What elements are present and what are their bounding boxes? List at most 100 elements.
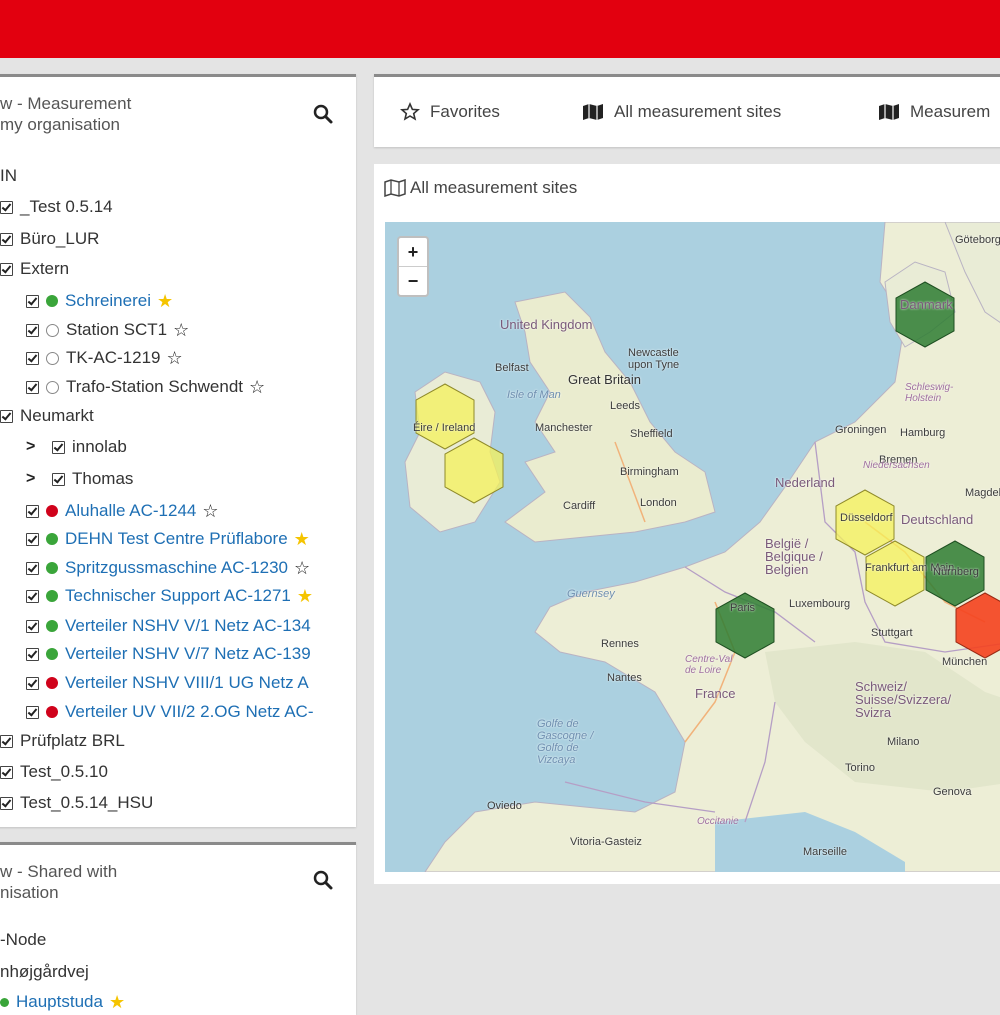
cluster-hexagon-yellow[interactable] bbox=[415, 383, 475, 450]
checkbox[interactable] bbox=[26, 647, 39, 661]
shared-item-label: -Node bbox=[0, 930, 47, 949]
tree-site-item[interactable]: Aluhalle AC-1244 ☆ bbox=[26, 498, 219, 524]
map-label: Cardiff bbox=[563, 500, 596, 512]
zoom-out-button[interactable]: − bbox=[399, 266, 427, 295]
tree-search-icon[interactable] bbox=[312, 103, 334, 125]
tree-group-item[interactable]: _Test 0.5.14 bbox=[0, 194, 113, 220]
status-dot bbox=[46, 295, 58, 307]
checkbox[interactable] bbox=[0, 796, 13, 810]
checkbox[interactable] bbox=[26, 351, 39, 365]
map-label: Stuttgart bbox=[871, 627, 913, 639]
tree-group-item[interactable]: Test_0.5.14_HSU bbox=[0, 790, 153, 816]
map-title-text: All measurement sites bbox=[410, 178, 578, 197]
favorite-star-outline-icon[interactable]: ☆ bbox=[294, 559, 310, 577]
checkbox[interactable] bbox=[0, 200, 13, 214]
checkbox[interactable] bbox=[26, 561, 39, 575]
shared-tree-item[interactable]: Hauptstuda ★ bbox=[0, 989, 125, 1015]
status-dot bbox=[46, 533, 58, 545]
tree-item-label: Verteiler NSHV V/1 Netz AC-134 bbox=[65, 616, 311, 635]
status-dot bbox=[46, 706, 58, 718]
favorite-star-filled-icon[interactable]: ★ bbox=[294, 530, 310, 548]
tree-item-label: TK-AC-1219 bbox=[66, 348, 161, 367]
tree-group-item[interactable]: Büro_LUR bbox=[0, 226, 99, 252]
map-panel: All measurement sites + − United Kingdom… bbox=[374, 164, 1000, 884]
tab-measurement[interactable]: Measurem bbox=[878, 77, 990, 147]
tree-group-item[interactable]: Prüfplatz BRL bbox=[0, 728, 125, 754]
cluster-hexagon-yellow[interactable] bbox=[444, 437, 504, 504]
zoom-in-button[interactable]: + bbox=[399, 238, 427, 266]
map-label: Guernsey bbox=[567, 588, 615, 600]
tree-site-item[interactable]: Schreinerei ★ bbox=[26, 288, 173, 314]
checkbox[interactable] bbox=[0, 232, 13, 246]
checkbox[interactable] bbox=[26, 504, 39, 518]
tree-group-item[interactable]: > Thomas bbox=[26, 466, 133, 492]
tree-site-item[interactable]: Technischer Support AC-1271 ★ bbox=[26, 583, 313, 609]
checkbox[interactable] bbox=[26, 532, 39, 546]
tree-site-item[interactable]: Verteiler UV VII/2 2.OG Netz AC- bbox=[26, 699, 313, 725]
tree-item-label: Station SCT1 bbox=[66, 320, 168, 339]
checkbox[interactable] bbox=[0, 765, 13, 779]
map-label: Düsseldorf bbox=[840, 512, 893, 524]
checkbox[interactable] bbox=[26, 705, 39, 719]
checkbox[interactable] bbox=[0, 734, 13, 748]
favorite-star-outline-icon[interactable]: ☆ bbox=[166, 349, 182, 367]
map-label: Newcastle upon Tyne bbox=[628, 347, 680, 371]
tree-item-label: Verteiler NSHV V/7 Netz AC-139 bbox=[65, 644, 311, 663]
map-label: Manchester bbox=[535, 422, 593, 434]
status-dot bbox=[46, 562, 58, 574]
sites-map[interactable]: + − United Kingdom Great Britain Belfast… bbox=[385, 222, 1000, 872]
map-outline-icon bbox=[384, 179, 406, 197]
tree-site-item[interactable]: Verteiler NSHV VIII/1 UG Netz A bbox=[26, 670, 309, 696]
checkbox[interactable] bbox=[0, 409, 13, 423]
status-dot bbox=[46, 351, 59, 365]
map-label: France bbox=[695, 686, 736, 701]
checkbox[interactable] bbox=[26, 294, 39, 308]
tree-group-item[interactable]: Neumarkt bbox=[0, 403, 94, 429]
checkbox[interactable] bbox=[52, 472, 65, 486]
checkbox[interactable] bbox=[26, 589, 39, 603]
chevron-right-icon[interactable]: > bbox=[26, 470, 42, 488]
favorite-star-filled-icon[interactable]: ★ bbox=[157, 292, 173, 310]
checkbox[interactable] bbox=[26, 619, 39, 633]
favorite-star-outline-icon[interactable]: ☆ bbox=[202, 502, 218, 520]
checkbox[interactable] bbox=[0, 262, 13, 276]
favorite-star-filled-icon[interactable]: ★ bbox=[297, 587, 313, 605]
map-label: Belfast bbox=[495, 362, 529, 374]
map-label: Deutschland bbox=[901, 512, 974, 527]
checkbox[interactable] bbox=[26, 323, 39, 337]
favorite-star-outline-icon[interactable]: ☆ bbox=[249, 378, 265, 396]
checkbox[interactable] bbox=[26, 676, 39, 690]
checkbox[interactable] bbox=[26, 380, 39, 394]
map-label: Great Britain bbox=[568, 372, 641, 387]
tree-site-item[interactable]: Verteiler NSHV V/1 Netz AC-134 bbox=[26, 613, 311, 639]
chevron-right-icon[interactable]: > bbox=[26, 438, 42, 456]
shared-search-icon[interactable] bbox=[312, 869, 334, 891]
status-dot bbox=[46, 590, 58, 602]
favorite-star-icon[interactable]: ★ bbox=[109, 993, 125, 1011]
tree-site-item[interactable]: TK-AC-1219 ☆ bbox=[26, 345, 183, 371]
checkbox[interactable] bbox=[52, 440, 65, 454]
tree-site-item[interactable]: Trafo-Station Schwendt ☆ bbox=[26, 374, 265, 400]
favorite-star-outline-icon[interactable]: ☆ bbox=[173, 321, 189, 339]
tab-all-sites[interactable]: All measurement sites bbox=[582, 77, 781, 147]
map-label: Centre-Val de Loire bbox=[685, 654, 733, 676]
tab-favorites[interactable]: Favorites bbox=[400, 77, 500, 147]
tree-group-item[interactable]: Test_0.5.10 bbox=[0, 759, 108, 785]
tree-item-label: _Test 0.5.14 bbox=[20, 197, 113, 216]
map-label: Marseille bbox=[803, 846, 848, 858]
tree-group-item[interactable]: Extern bbox=[0, 256, 69, 282]
tree-site-item[interactable]: DEHN Test Centre Prüflabore ★ bbox=[26, 526, 310, 552]
tree-site-item[interactable]: Spritzgussmaschine AC-1230 ☆ bbox=[26, 555, 310, 581]
shared-tree-item[interactable]: nhøjgårdvej bbox=[0, 959, 89, 985]
shared-tree-panel: w - Shared with nisation -Node nhøjgårdv… bbox=[0, 842, 356, 1015]
shared-tree-item[interactable]: -Node bbox=[0, 927, 46, 953]
map-label: Schleswig- Holstein bbox=[905, 382, 954, 404]
tree-site-item[interactable]: Station SCT1 ☆ bbox=[26, 317, 189, 343]
tree-group-item[interactable]: > innolab bbox=[26, 434, 127, 460]
tree-site-item[interactable]: Verteiler NSHV V/7 Netz AC-139 bbox=[26, 641, 311, 667]
view-tab-bar: Favorites All measurement sites Measurem bbox=[374, 74, 1000, 147]
cluster-hexagon-red[interactable] bbox=[955, 592, 1000, 659]
tree-group-item[interactable]: IN bbox=[0, 163, 17, 189]
cluster-hexagon-green[interactable] bbox=[895, 281, 955, 348]
tree-item-label: Technischer Support AC-1271 bbox=[65, 586, 291, 605]
